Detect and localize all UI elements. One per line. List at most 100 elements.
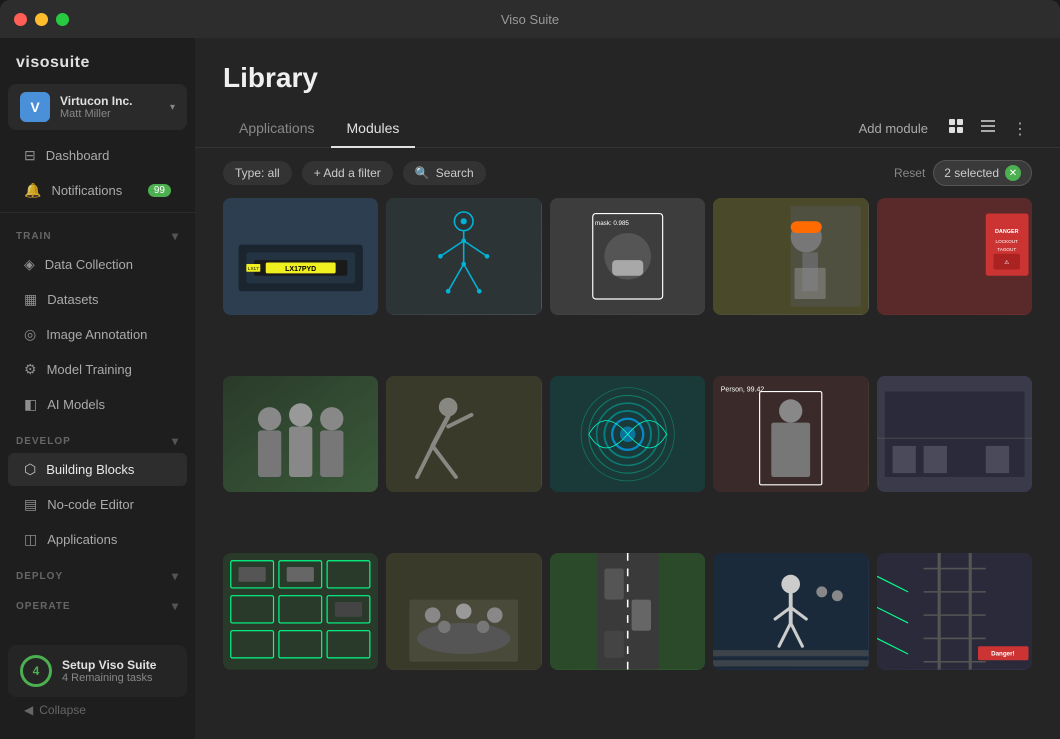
more-options-button[interactable]: ⋮ <box>1008 115 1032 143</box>
collapse-row[interactable]: ◀ Collapse <box>8 697 187 723</box>
filter-row: Type: all + Add a filter 🔍 Search Reset … <box>195 148 1060 198</box>
sidebar-item-label: No-code Editor <box>47 497 134 512</box>
svg-text:mask: 0.985: mask: 0.985 <box>595 220 629 227</box>
editor-icon: ▤ <box>24 496 37 513</box>
chevron-down-icon: ▾ <box>170 102 175 113</box>
setup-progress-circle: 4 <box>20 655 52 687</box>
sidebar-item-label: AI Models <box>47 397 105 412</box>
add-filter-button[interactable]: + Add a filter <box>302 161 393 185</box>
module-card-danger[interactable]: DANGER LOCKOUT TAGOUT ⚠ <box>877 198 1032 315</box>
sidebar-item-image-annotation[interactable]: ◎ Image Annotation <box>8 318 187 351</box>
window-title: Viso Suite <box>501 12 559 27</box>
sidebar-item-datasets[interactable]: ▦ Datasets <box>8 283 187 316</box>
datasets-icon: ▦ <box>24 291 37 308</box>
module-card-pedestrian[interactable] <box>713 553 868 670</box>
section-header-deploy: DEPLOY ▾ <box>0 557 195 587</box>
sidebar-item-label: Applications <box>47 532 117 547</box>
module-card-highway[interactable] <box>550 553 705 670</box>
setup-title: Setup Viso Suite <box>62 658 156 672</box>
sidebar-item-data-collection[interactable]: ◈ Data Collection <box>8 248 187 281</box>
module-card-railway[interactable]: Danger! <box>877 553 1032 670</box>
sidebar-item-model-training[interactable]: ⚙ Model Training <box>8 353 187 386</box>
minimize-button[interactable] <box>35 13 48 26</box>
setup-info: Setup Viso Suite 4 Remaining tasks <box>62 658 156 684</box>
module-card-meeting[interactable] <box>386 553 541 670</box>
building-blocks-icon: ⬡ <box>24 461 36 478</box>
titlebar: Viso Suite <box>0 0 1060 38</box>
sidebar-footer: 4 Setup Viso Suite 4 Remaining tasks ◀ C… <box>0 637 195 731</box>
data-collection-icon: ◈ <box>24 256 35 273</box>
account-switcher[interactable]: V Virtucon Inc. Matt Miller ▾ <box>8 84 187 130</box>
search-label: Search <box>436 166 474 180</box>
svg-text:LX17: LX17 <box>248 266 259 271</box>
tabs-actions: Add module ⋮ <box>851 114 1032 143</box>
close-button[interactable] <box>14 13 27 26</box>
logo-area: visosuite <box>0 38 195 84</box>
user-name: Matt Miller <box>60 108 160 120</box>
add-module-button[interactable]: Add module <box>851 117 936 140</box>
applications-icon: ◫ <box>24 531 37 548</box>
type-filter-chip[interactable]: Type: all <box>223 161 292 185</box>
module-card-face-mask[interactable]: mask: 0.985 <box>550 198 705 315</box>
grid-view-button[interactable] <box>944 114 968 143</box>
list-view-button[interactable] <box>976 114 1000 143</box>
sidebar-item-dashboard[interactable]: ⊟ Dashboard <box>8 139 187 172</box>
section-header-operate: OPERATE ▾ <box>0 587 195 617</box>
search-button[interactable]: 🔍 Search <box>403 161 486 185</box>
selection-area: Reset 2 selected ✕ <box>894 160 1032 186</box>
section-toggle-develop[interactable]: ▾ <box>172 434 179 448</box>
sidebar-item-applications[interactable]: ◫ Applications <box>8 523 187 556</box>
module-card-worker[interactable] <box>386 376 541 493</box>
svg-text:Danger!: Danger! <box>991 651 1014 658</box>
sidebar-item-label: Notifications <box>51 183 122 198</box>
reset-button[interactable]: Reset <box>894 166 925 180</box>
window-controls <box>14 13 69 26</box>
module-card-thermal[interactable] <box>550 376 705 493</box>
search-icon: 🔍 <box>415 166 430 180</box>
module-card-skeleton[interactable] <box>386 198 541 315</box>
section-toggle-operate[interactable]: ▾ <box>172 599 179 613</box>
main-content: Library Applications Modules Add module … <box>195 38 1060 739</box>
svg-text:Person, 99.42: Person, 99.42 <box>721 386 765 393</box>
setup-subtitle: 4 Remaining tasks <box>62 672 156 684</box>
sidebar-item-label: Model Training <box>47 362 132 377</box>
sidebar-item-building-blocks[interactable]: ⬡ Building Blocks <box>8 453 187 486</box>
sidebar-item-label: Datasets <box>47 292 98 307</box>
tab-applications[interactable]: Applications <box>223 110 331 148</box>
dashboard-icon: ⊟ <box>24 147 36 164</box>
page-header: Library <box>195 38 1060 110</box>
section-toggle-train[interactable]: ▾ <box>172 229 179 243</box>
training-icon: ⚙ <box>24 361 37 378</box>
page-title: Library <box>223 62 1032 94</box>
account-info: Virtucon Inc. Matt Miller <box>60 94 160 120</box>
selected-count-pill: 2 selected ✕ <box>933 160 1032 186</box>
section-toggle-deploy[interactable]: ▾ <box>172 569 179 583</box>
sidebar-item-label: Data Collection <box>45 257 133 272</box>
svg-text:⚠: ⚠ <box>1004 260 1009 266</box>
clear-selection-button[interactable]: ✕ <box>1005 165 1021 181</box>
svg-text:LOCKOUT: LOCKOUT <box>995 239 1018 244</box>
setup-card[interactable]: 4 Setup Viso Suite 4 Remaining tasks <box>8 645 187 697</box>
sidebar-item-notifications[interactable]: 🔔 Notifications 99 <box>8 174 187 207</box>
module-card-parking[interactable] <box>223 553 378 670</box>
module-card-people[interactable] <box>223 376 378 493</box>
module-card-car-lp[interactable]: LX17PYD LX17 <box>223 198 378 315</box>
tabs: Applications Modules <box>223 110 415 147</box>
maximize-button[interactable] <box>56 13 69 26</box>
annotation-icon: ◎ <box>24 326 36 343</box>
sidebar-item-no-code-editor[interactable]: ▤ No-code Editor <box>8 488 187 521</box>
sidebar-item-label: Image Annotation <box>46 327 147 342</box>
selected-count: 2 selected <box>944 166 999 180</box>
notification-badge: 99 <box>148 184 171 197</box>
company-name: Virtucon Inc. <box>60 94 160 108</box>
module-card-warehouse[interactable] <box>877 376 1032 493</box>
module-card-person-detection[interactable]: Person, 99.42 <box>713 376 868 493</box>
tab-modules[interactable]: Modules <box>331 110 416 148</box>
module-card-hardhat[interactable] <box>713 198 868 315</box>
sidebar-item-ai-models[interactable]: ◧ AI Models <box>8 388 187 421</box>
sidebar: visosuite V Virtucon Inc. Matt Miller ▾ … <box>0 38 195 739</box>
app-logo: visosuite <box>16 54 90 72</box>
bell-icon: 🔔 <box>24 182 41 199</box>
section-header-develop: DEVELOP ▾ <box>0 422 195 452</box>
ai-models-icon: ◧ <box>24 396 37 413</box>
